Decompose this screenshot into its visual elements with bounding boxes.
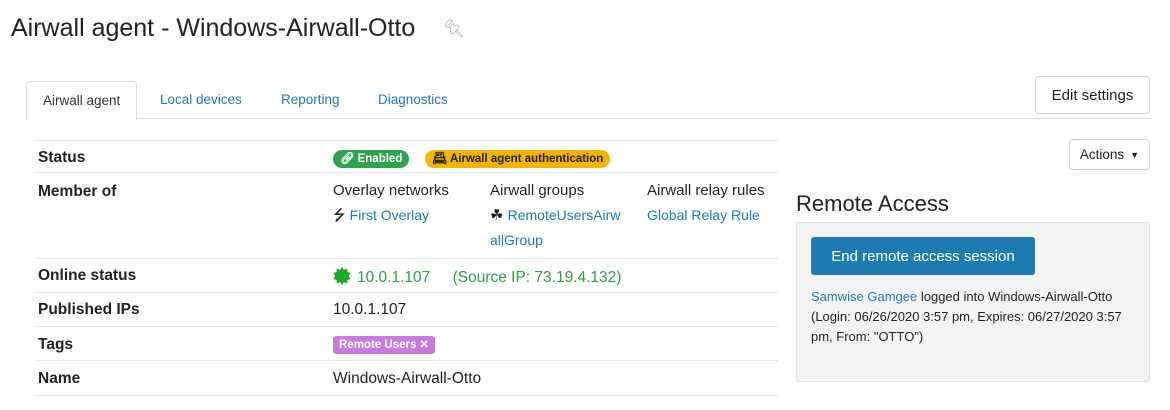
tags-label: Tags [38, 336, 74, 353]
member-of-row: Member of Overlay networks ⭍ First Overl… [36, 172, 778, 259]
online-ip: 10.0.1.107 [357, 269, 431, 286]
tab-diagnostics[interactable]: Diagnostics [378, 81, 448, 118]
actions-dropdown-button[interactable]: Actions ▼ [1069, 139, 1150, 170]
enabled-badge: 🔗︎ Enabled [333, 150, 410, 168]
online-status-row: Online status 10.0.1.107 (Source IP: 73.… [36, 258, 778, 293]
remote-users-tag-text: Remote Users [339, 339, 417, 351]
name-value: Windows-Airwall-Otto [333, 370, 482, 387]
published-ips-row: Published IPs 10.0.1.107 [36, 292, 778, 327]
first-overlay-link[interactable]: First Overlay [350, 207, 429, 223]
tags-row: Tags Remote Users ✕ [36, 326, 778, 361]
source-ip: (Source IP: 73.19.4.132) [452, 269, 622, 286]
enabled-badge-text: Enabled [357, 153, 403, 165]
group-icon: ☘ [490, 207, 504, 224]
remote-users-group-link[interactable]: RemoteUsersAirwallGroup [490, 207, 620, 248]
remove-tag-icon[interactable]: ✕ [419, 338, 429, 352]
overlay-networks-heading: Overlay networks [333, 182, 449, 199]
remote-access-title: Remote Access [796, 191, 949, 216]
airwall-groups-col: Airwall groups ☘ RemoteUsersAirwallGroup [490, 178, 625, 253]
member-of-label: Member of [38, 183, 117, 200]
status-badges: 🔗︎ Enabled 📇︎ Airwall agent authenticati… [333, 149, 611, 168]
auth-badge-text: Airwall agent authentication [449, 153, 604, 165]
end-remote-session-button[interactable]: End remote access session [811, 237, 1035, 275]
tags-value: Remote Users ✕ [333, 335, 435, 354]
status-row: Status 🔗︎ Enabled 📇︎ Airwall agent authe… [36, 140, 778, 173]
airwall-groups-heading: Airwall groups [490, 182, 585, 199]
edit-settings-button[interactable]: Edit settings [1035, 76, 1150, 114]
page-title: Airwall agent - Windows-Airwall-Otto 📌︎ [11, 14, 466, 43]
tab-airwall-agent[interactable]: Airwall agent [26, 81, 138, 121]
remote-session-info: Samwise Gamgee logged into Windows-Airwa… [811, 287, 1141, 347]
remote-access-panel: End remote access session Samwise Gamgee… [796, 222, 1150, 382]
overlay-networks-col: Overlay networks ⭍ First Overlay [333, 178, 453, 228]
global-relay-rule-link[interactable]: Global Relay Rule [647, 203, 775, 228]
tab-reporting[interactable]: Reporting [281, 81, 340, 118]
link-icon: 🔗︎ [340, 153, 355, 165]
published-ips-label: Published IPs [38, 301, 140, 318]
network-icon: ⭍ [333, 207, 346, 224]
id-card-icon: 📇︎ [432, 153, 447, 165]
online-status-value: 10.0.1.107 (Source IP: 73.19.4.132) [333, 267, 621, 287]
tab-local-devices[interactable]: Local devices [160, 81, 242, 118]
online-gear-icon [333, 267, 351, 285]
caret-down-icon: ▼ [1130, 149, 1140, 160]
name-label: Name [38, 370, 81, 387]
status-label: Status [38, 149, 86, 166]
airwall-relay-rules-heading: Airwall relay rules [647, 182, 765, 199]
session-logged-into: logged into Windows-Airwall-Otto [920, 289, 1113, 304]
published-ips-value: 10.0.1.107 [333, 301, 407, 318]
airwall-relay-rules-col: Airwall relay rules Global Relay Rule [647, 178, 775, 228]
tab-bar: Airwall agent Local devices Reporting Di… [26, 81, 1152, 121]
pin-icon[interactable]: 📌︎ [444, 17, 465, 40]
auth-badge: 📇︎ Airwall agent authentication [425, 150, 611, 168]
actions-label: Actions [1079, 147, 1125, 162]
session-user-link[interactable]: Samwise Gamgee [811, 289, 917, 304]
page-title-text: Airwall agent - Windows-Airwall-Otto [11, 14, 416, 42]
remote-users-tag: Remote Users ✕ [333, 336, 435, 354]
name-row: Name Windows-Airwall-Otto [36, 360, 778, 396]
session-details: (Login: 06/26/2020 3:57 pm, Expires: 06/… [811, 309, 1122, 344]
online-status-label: Online status [38, 267, 137, 284]
